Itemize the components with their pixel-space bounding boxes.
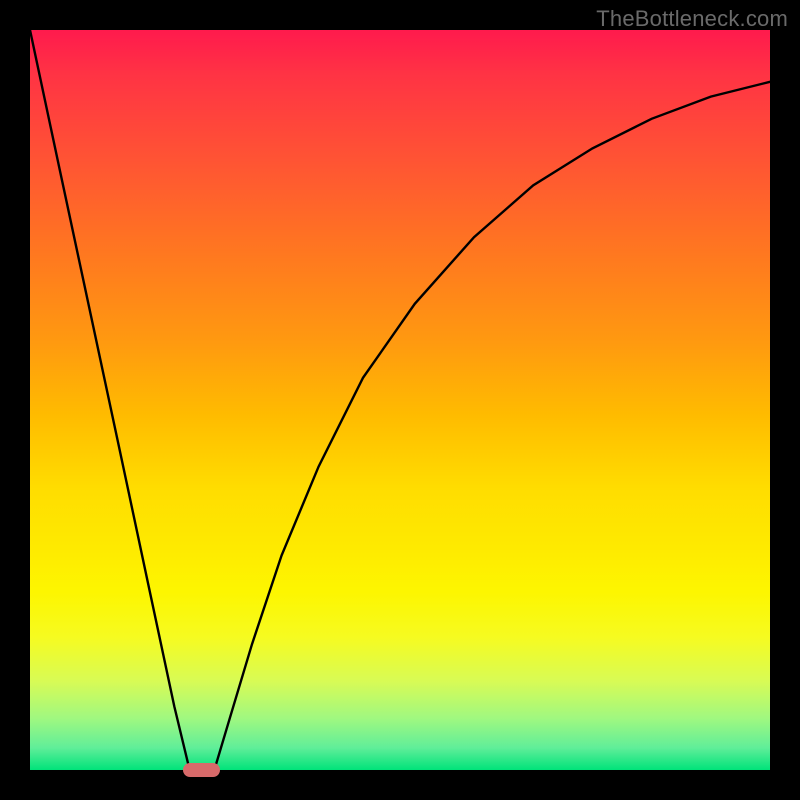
curve-right-branch <box>215 82 770 768</box>
valley-marker <box>183 763 220 776</box>
curve-left-branch <box>30 30 189 768</box>
plot-area <box>30 30 770 770</box>
curve-svg <box>30 30 770 770</box>
chart-frame: TheBottleneck.com <box>0 0 800 800</box>
watermark-text: TheBottleneck.com <box>596 6 788 32</box>
